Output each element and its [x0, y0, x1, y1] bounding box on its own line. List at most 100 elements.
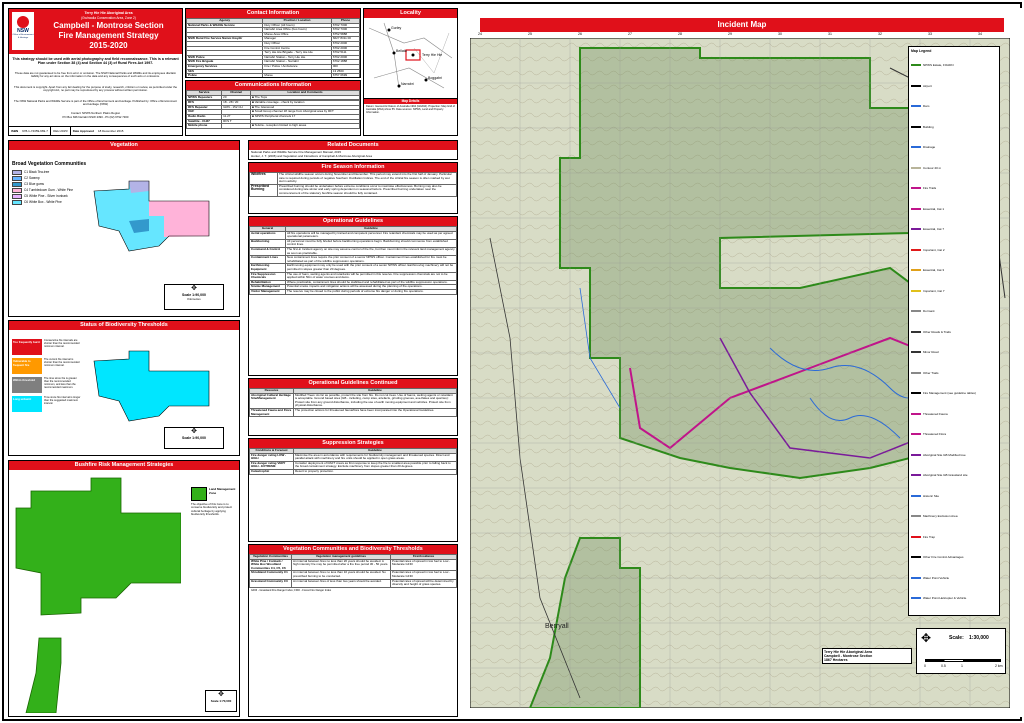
- map-legend-swatch: [911, 556, 921, 559]
- map-legend-label: Important, Cat 7: [923, 288, 945, 293]
- map-legend-row: Building: [911, 117, 997, 138]
- legend-row: Vulnerable to frequent fire The current f…: [12, 358, 82, 374]
- map-legend-swatch: [911, 494, 921, 497]
- map-legend-row: Threatened Flora: [911, 424, 997, 445]
- table-cell: Visitor Management: [249, 288, 286, 295]
- veg-bio-panel: Vegetation Communities and Biodiversity …: [248, 544, 458, 717]
- table-cell: Resort to property protection.: [293, 469, 457, 475]
- map-scale-value: 1:30,000: [969, 635, 989, 641]
- ops-table: General Guideline Aerial operations All fi…: [249, 226, 457, 295]
- ops-title: Operational Guidelines: [249, 217, 457, 226]
- map-legend-swatch: [911, 412, 921, 415]
- legend-swatch: [12, 175, 22, 181]
- land-management-desc: The objective of this zone is to conserv…: [191, 502, 232, 516]
- locality-map: Gurley Bellata Terry Hie Hie Narrabri Bo…: [364, 18, 457, 98]
- map-scale-box: ✥ Scale: 1:30,000 0 0.5 1 2 km: [916, 628, 1006, 674]
- map-legend-items: NPWS Estate, FOADN Airport Dam Building Drai…: [911, 55, 997, 609]
- table-cell: Grassland Community C3: [249, 578, 292, 588]
- table-cell: Potential rates of spread in low fuel to…: [390, 558, 457, 572]
- map-legend-label: NPWS Estate, FOADN: [923, 63, 954, 68]
- legend-label: C1 Black Tea-tree: [24, 170, 50, 174]
- table-cell: An interval between fires no less than 1…: [290, 570, 392, 580]
- intro-bold: This strategy should be used with aerial…: [12, 57, 179, 66]
- table-cell: Wildfires: [249, 172, 278, 185]
- fire-season-title: Fire Season Information: [249, 163, 457, 172]
- map-legend-row: Water Point Helicopter & Vehicle: [911, 588, 997, 609]
- vegetation-scale: ✥ Scale 1:90,000 Kilometres: [164, 284, 224, 310]
- table-cell: Earthmoving Equipment: [249, 263, 286, 273]
- table-row: White Pine / Ironbark / White Box Woodla…: [249, 558, 457, 572]
- table-cell: Modified Trees: As far as possible, prot…: [293, 392, 457, 409]
- legend-swatch: [12, 181, 22, 187]
- map-legend-swatch: [911, 105, 921, 108]
- scale-tick-1: 0.5: [941, 664, 946, 668]
- grid-label: 25: [528, 32, 532, 36]
- grid-labels-top: 24 25 26 27 28 29 30 31 32 33 34: [470, 32, 1010, 38]
- town-label-0: Gurley: [391, 26, 402, 30]
- legend-label: C2 Swamp: [24, 176, 40, 180]
- header-panel: NSW Office of Environment & Heritage Ter…: [8, 8, 183, 136]
- scale-tick-2: 1: [961, 664, 963, 668]
- legend-label: C5 White Pine - Silver Ironbark: [24, 194, 68, 198]
- map-legend-swatch: [911, 146, 921, 149]
- vegetation-legend: C1 Black Tea-tree C2 Swamp C3 Blue gums C4 …: [12, 169, 82, 205]
- table-cell: Prescribed burning should be undertaken …: [277, 183, 457, 197]
- map-legend-swatch: [911, 228, 921, 231]
- map-legend-row: Airport: [911, 76, 997, 97]
- map-legend-label: Fire Trails: [923, 186, 937, 191]
- isbn-value: 978-1-74359-969-7: [20, 127, 51, 135]
- map-legend-row: Historic Site: [911, 486, 997, 507]
- map-legend-row: Other Roads & Trails: [911, 322, 997, 343]
- map-legend-label: Water Point Helicopter & Vehicle: [923, 596, 967, 601]
- locality-title: Locality: [364, 9, 457, 18]
- threshold-desc: The current fire interval is shorter tha…: [44, 358, 80, 368]
- grid-label: 34: [978, 32, 982, 36]
- map-legend-swatch: [911, 64, 921, 67]
- table-row: Wildfires The critical wildfire season oc…: [249, 172, 457, 185]
- grid-label: 31: [828, 32, 832, 36]
- org-line-1: Terry Hie Hie Aboriginal Area: [84, 11, 133, 15]
- map-legend-label: Machinery Exclusion Area: [923, 514, 958, 519]
- table-cell: [221, 123, 252, 129]
- table-cell: Shrubland Community C1: [249, 570, 292, 580]
- comms-title: Communications Information: [186, 81, 360, 90]
- threshold-swatch: Long unburnt: [12, 396, 42, 412]
- suppression-panel: Suppression Strategies Conditions & Fore…: [248, 438, 458, 542]
- map-legend-swatch: [911, 474, 921, 477]
- vegetation-panel: Vegetation Broad Vegetation Communities …: [8, 140, 240, 317]
- map-legend-swatch: [911, 535, 921, 538]
- biodiversity-scale: ✥ Scale 1:90,000: [164, 427, 224, 449]
- land-management-swatch: [191, 487, 207, 501]
- town-label-3: Narrabri: [401, 82, 414, 86]
- threshold-desc: Consecutive fire intervals are shorter t…: [44, 339, 80, 349]
- map-legend-row: Contour 20 m: [911, 158, 997, 179]
- map-legend-label: Aboriginal Site GB Grassland site: [923, 473, 968, 478]
- table-cell: An interval between fires of less than t…: [290, 578, 392, 588]
- threshold-swatch: Too frequently burnt: [12, 339, 42, 355]
- table-cell: Potential rates of spread in low fuel to…: [390, 570, 457, 580]
- map-legend: Map Legend NPWS Estate, FOADN Airport Dam B…: [908, 46, 1000, 616]
- map-caption: Terry Hie Hie Aboriginal Area Campbell -…: [822, 648, 912, 664]
- comms-table: Service Channel Location and Comments NPWS…: [186, 90, 360, 129]
- map-legend-row: Aboriginal Site GB Modified tree: [911, 445, 997, 466]
- title-line-1: Campbell - Montrose Section: [53, 21, 164, 30]
- map-legend-row: Minor Road: [911, 342, 997, 363]
- intro-p2: This document is copyright. Apart from a…: [13, 85, 178, 93]
- map-legend-row: Essential, Cat 3: [911, 260, 997, 281]
- bushfire-scale: ✥ Scale 1:70,000: [205, 690, 237, 712]
- table-cell: ■ Telstra - reception limited to high ar…: [250, 123, 360, 129]
- map-legend-row: Important, Cat 7: [911, 281, 997, 302]
- map-legend-label: Dormant: [923, 309, 935, 314]
- comms-panel: Communications Information Service Channe…: [185, 80, 361, 136]
- map-legend-swatch: [911, 597, 921, 600]
- legend-row: Too frequently burnt Consecutive fire int…: [12, 339, 82, 355]
- documents-panel: Related Documents National Parks and Wil…: [248, 140, 458, 160]
- legend-swatch: [12, 199, 22, 205]
- compass-icon: ✥: [191, 428, 197, 435]
- biodiversity-title: Status of Biodiversity Thresholds: [9, 321, 239, 330]
- map-legend-label: Minor Road: [923, 350, 939, 355]
- incident-map-panel: Incident Map Berryall 24 25 26 27 28 29 …: [462, 8, 1022, 717]
- compass-icon: ✥: [218, 691, 224, 698]
- town-label-2: Terry Hie Hie: [422, 53, 442, 57]
- map-legend-row: Fire Trap: [911, 527, 997, 548]
